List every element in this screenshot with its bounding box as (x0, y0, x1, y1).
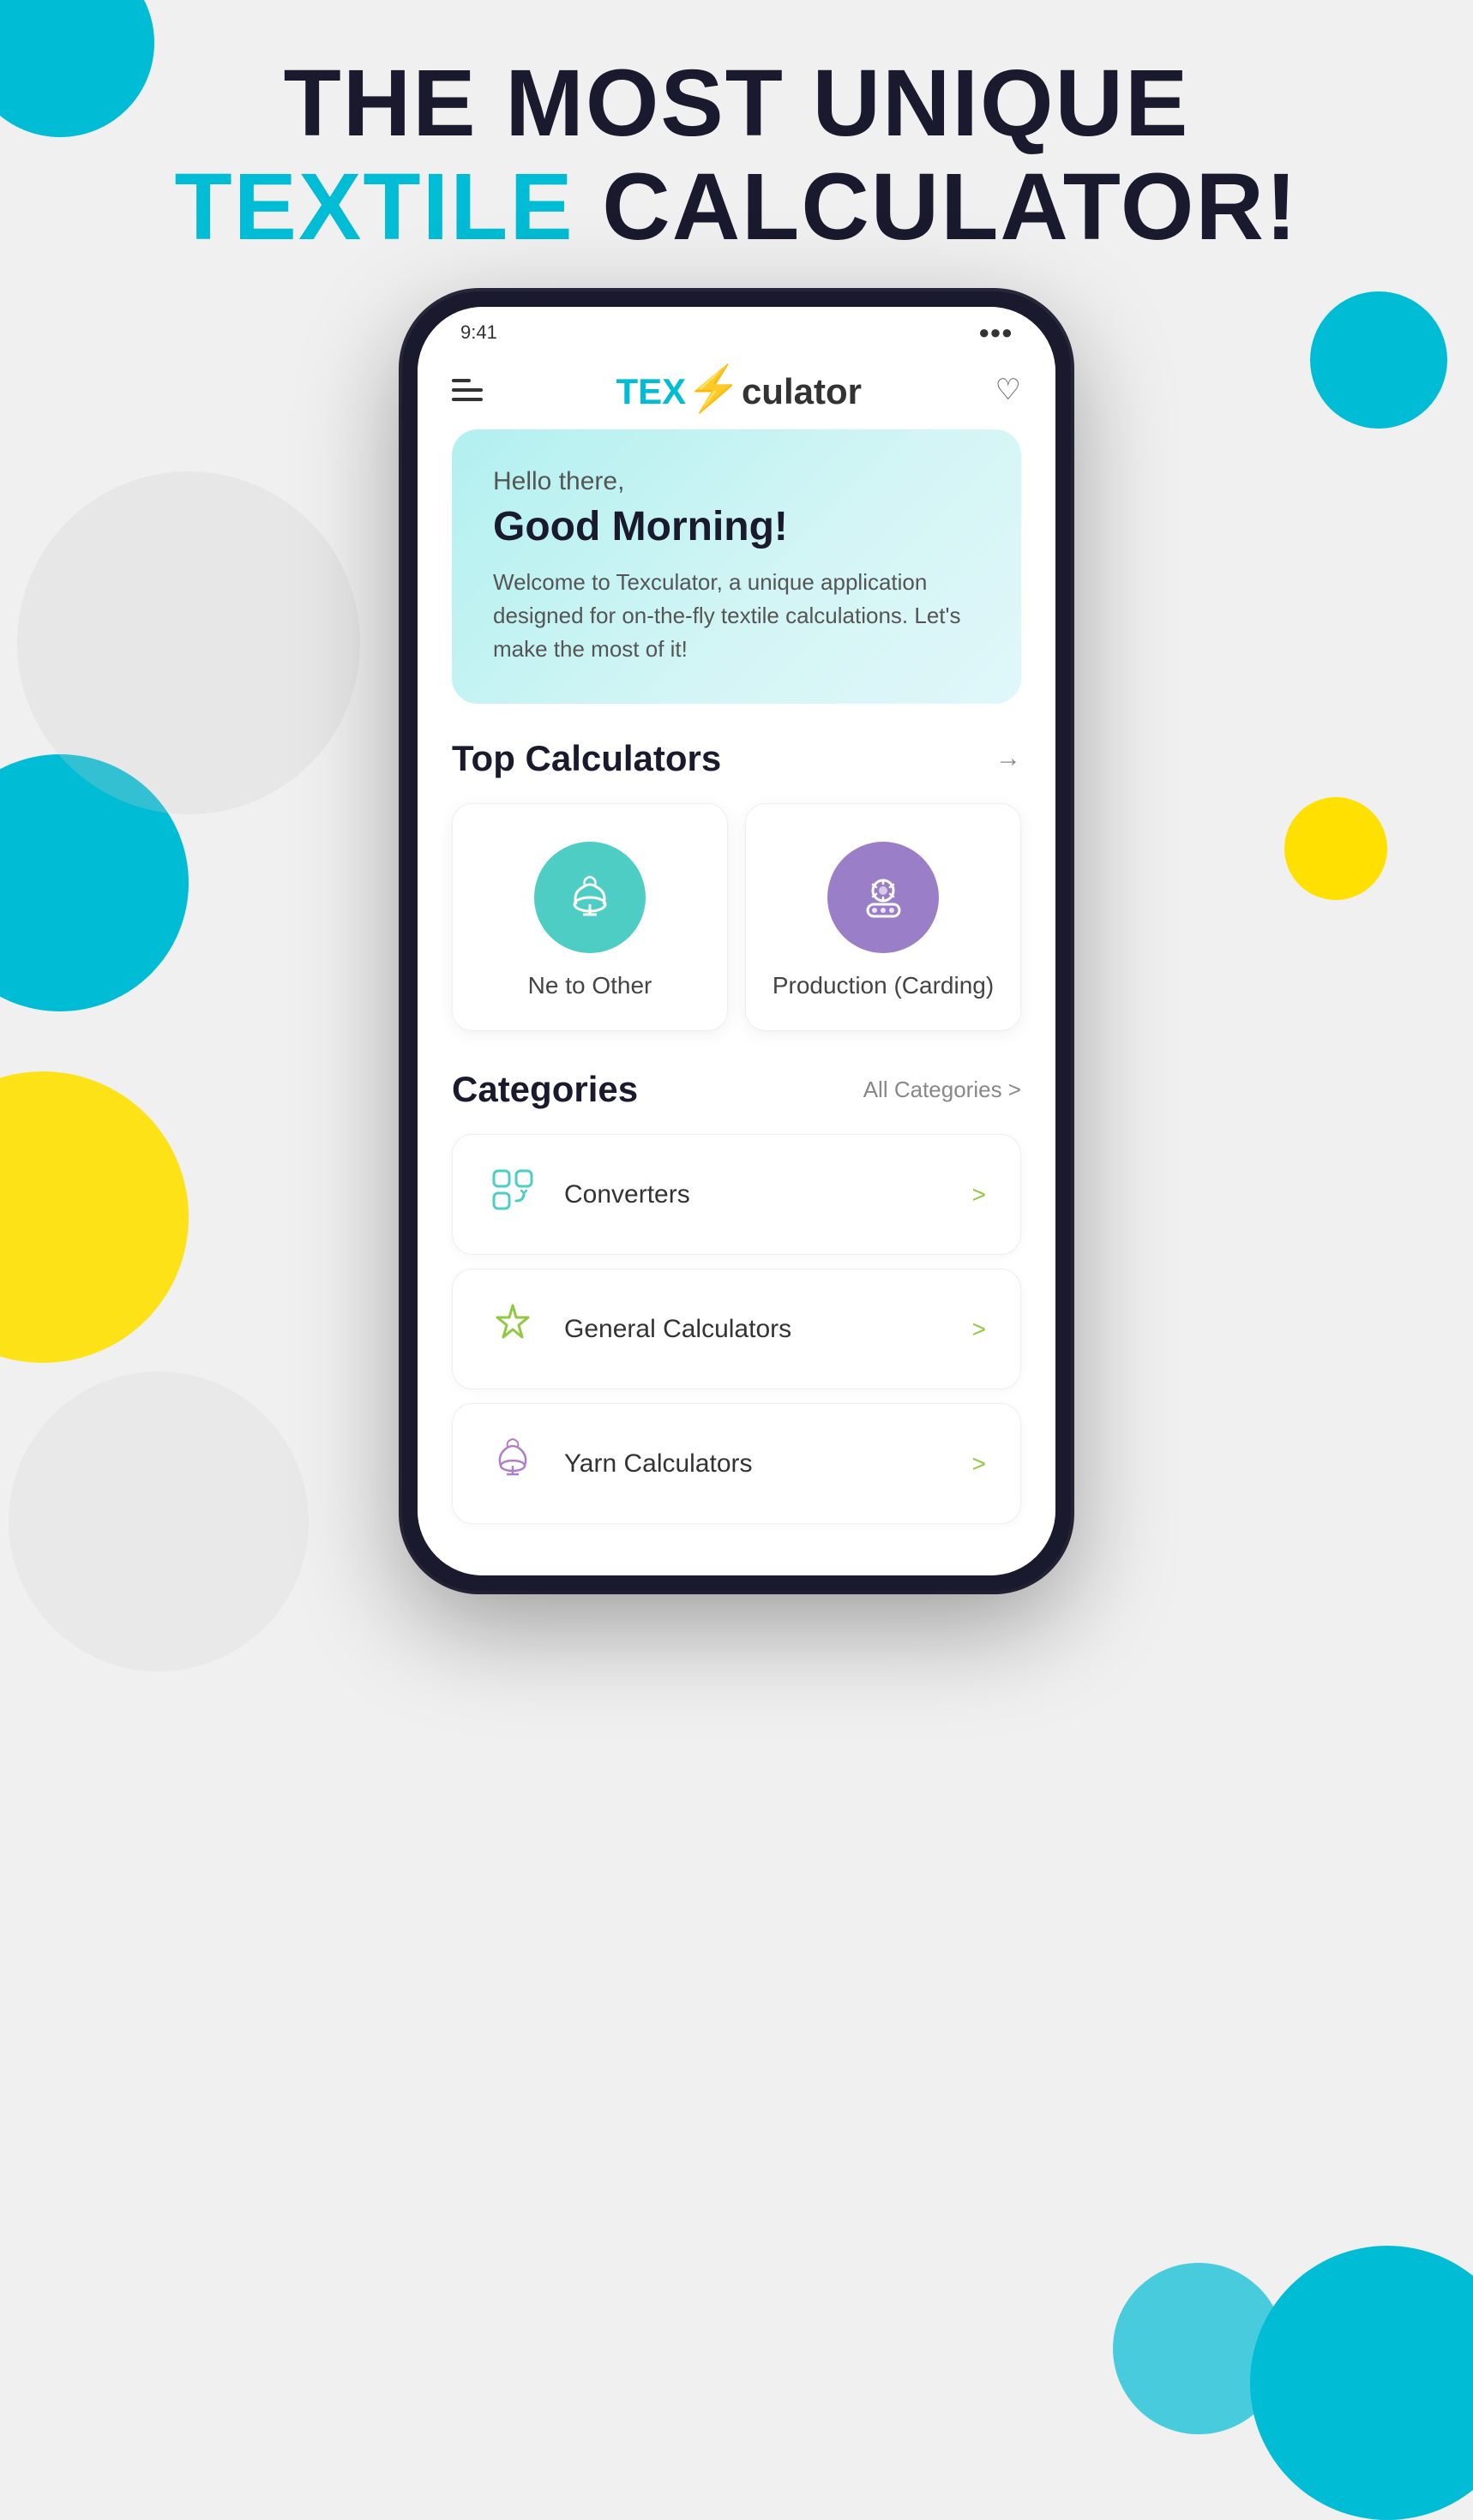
categories-section: Categories All Categories > (452, 1069, 1021, 1524)
logo-culator: culator (742, 371, 862, 411)
app-logo: TEX⚡culator (616, 367, 862, 412)
top-calculators-title: Top Calculators (452, 738, 721, 779)
yarn-chevron: > (972, 1450, 986, 1478)
status-time: 9:41 (460, 321, 497, 344)
deco-teal-bottom-mid (1113, 2263, 1284, 2434)
welcome-card: Hello there, Good Morning! Welcome to Te… (452, 429, 1021, 704)
welcome-description: Welcome to Texculator, a unique applicat… (493, 566, 980, 666)
category-yarn-calculators[interactable]: Yarn Calculators > (452, 1403, 1021, 1524)
ne-to-other-icon (534, 842, 646, 953)
phone-outer: 9:41 ●●● TEX⚡culator ♡ (402, 291, 1071, 1591)
deco-yellow-left (0, 1071, 189, 1363)
header-line2: TEXTILE CALCULATOR! (0, 155, 1473, 259)
category-converters[interactable]: Converters > (452, 1134, 1021, 1255)
phone-mockup: 9:41 ●●● TEX⚡culator ♡ (402, 291, 1071, 1591)
phone-inner: 9:41 ●●● TEX⚡culator ♡ (418, 307, 1055, 1575)
category-converters-left: Converters (487, 1167, 690, 1221)
general-chevron: > (972, 1316, 986, 1343)
status-icons: ●●● (978, 321, 1013, 344)
top-calculators-grid: Ne to Other (452, 803, 1021, 1031)
all-categories-link[interactable]: All Categories > (863, 1077, 1021, 1103)
ne-to-other-label: Ne to Other (528, 972, 652, 999)
page-header: THE MOST UNIQUE TEXTILE CALCULATOR! (0, 51, 1473, 259)
category-general-left: General Calculators (487, 1302, 791, 1356)
header-rest: CALCULATOR! (574, 154, 1299, 260)
welcome-greeting: Hello there, (493, 467, 980, 496)
menu-button[interactable] (452, 379, 483, 401)
top-calculators-header: Top Calculators → (452, 738, 1021, 779)
category-yarn-left: Yarn Calculators (487, 1437, 753, 1491)
phone-content: TEX⚡culator ♡ Hello there, Good Morning!… (418, 358, 1055, 1575)
yarn-icon (487, 1437, 538, 1491)
phone-nav: TEX⚡culator ♡ (452, 358, 1021, 429)
converters-icon (487, 1167, 538, 1221)
production-carding-icon (827, 842, 939, 953)
menu-line-2 (452, 388, 483, 392)
general-label: General Calculators (564, 1315, 791, 1344)
converters-chevron: > (972, 1181, 986, 1209)
deco-gray-mid (17, 471, 360, 814)
general-icon (487, 1302, 538, 1356)
header-highlight: TEXTILE (174, 154, 574, 260)
calc-card-production-carding[interactable]: Production (Carding) (745, 803, 1021, 1031)
deco-teal-top-right (1310, 291, 1447, 429)
categories-title: Categories (452, 1069, 638, 1110)
top-calculators-arrow[interactable]: → (995, 744, 1021, 773)
header-line1: THE MOST UNIQUE (0, 51, 1473, 155)
production-carding-label: Production (Carding) (773, 972, 994, 999)
deco-teal-bottom-right (1250, 2246, 1473, 2520)
menu-line-1 (452, 379, 471, 382)
logo-tex: TEX (616, 371, 687, 411)
favorites-button[interactable]: ♡ (995, 373, 1021, 407)
category-general-calculators[interactable]: General Calculators > (452, 1269, 1021, 1389)
calc-card-ne-to-other[interactable]: Ne to Other (452, 803, 728, 1031)
menu-line-3 (452, 398, 483, 401)
categories-header: Categories All Categories > (452, 1069, 1021, 1110)
deco-yellow-right (1284, 797, 1387, 900)
converters-label: Converters (564, 1180, 690, 1209)
deco-gray-lower (9, 1371, 309, 1671)
phone-status-bar: 9:41 ●●● (418, 307, 1055, 358)
yarn-label: Yarn Calculators (564, 1449, 753, 1479)
deco-teal-mid-left (0, 754, 189, 1011)
logo-lightning: ⚡ (686, 364, 742, 414)
welcome-title: Good Morning! (493, 503, 980, 550)
